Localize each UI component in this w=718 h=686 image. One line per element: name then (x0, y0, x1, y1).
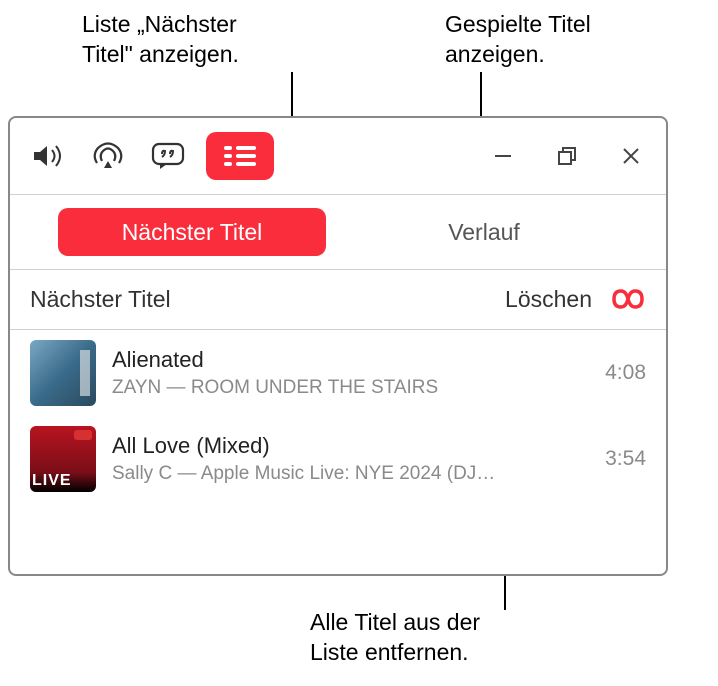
callout-history: Gespielte Titel anzeigen. (445, 10, 675, 70)
autoplay-infinity-icon[interactable] (610, 281, 646, 318)
maximize-button[interactable] (556, 145, 578, 167)
clear-button[interactable]: Löschen (505, 286, 592, 313)
track-duration: 3:54 (605, 447, 646, 471)
track-title: All Love (Mixed) (112, 433, 589, 459)
track-row[interactable]: LIVE All Love (Mixed) Sally C — Apple Mu… (10, 416, 666, 502)
track-row[interactable]: Alienated ZAYN — ROOM UNDER THE STAIRS 4… (10, 330, 666, 416)
lyrics-icon[interactable] (146, 134, 190, 178)
up-next-panel: Nächster Titel Verlauf Nächster Titel Lö… (8, 116, 668, 576)
tab-history[interactable]: Verlauf (350, 208, 618, 256)
section-title: Nächster Titel (30, 286, 171, 313)
track-duration: 4:08 (605, 361, 646, 385)
airplay-icon[interactable] (86, 134, 130, 178)
callout-clear: Alle Titel aus der Liste entfernen. (310, 608, 530, 668)
player-toolbar (10, 118, 666, 194)
callout-line (291, 72, 293, 120)
tab-up-next[interactable]: Nächster Titel (58, 208, 326, 256)
queue-tabs: Nächster Titel Verlauf (10, 194, 666, 270)
track-title: Alienated (112, 347, 589, 373)
album-artwork (30, 340, 96, 406)
track-artist-album: Sally C — Apple Music Live: NYE 2024 (DJ… (112, 463, 589, 485)
queue-button[interactable] (206, 132, 274, 180)
album-artwork: LIVE (30, 426, 96, 492)
track-list: Alienated ZAYN — ROOM UNDER THE STAIRS 4… (10, 330, 666, 502)
section-header: Nächster Titel Löschen (10, 270, 666, 330)
window-controls (492, 145, 642, 167)
track-info: All Love (Mixed) Sally C — Apple Music L… (112, 433, 589, 485)
artwork-label: LIVE (30, 470, 74, 492)
callout-queue: Liste „Nächster Titel" anzeigen. (82, 10, 282, 70)
minimize-button[interactable] (492, 145, 514, 167)
track-info: Alienated ZAYN — ROOM UNDER THE STAIRS (112, 347, 589, 399)
close-button[interactable] (620, 145, 642, 167)
volume-icon[interactable] (26, 134, 70, 178)
track-artist-album: ZAYN — ROOM UNDER THE STAIRS (112, 377, 589, 399)
